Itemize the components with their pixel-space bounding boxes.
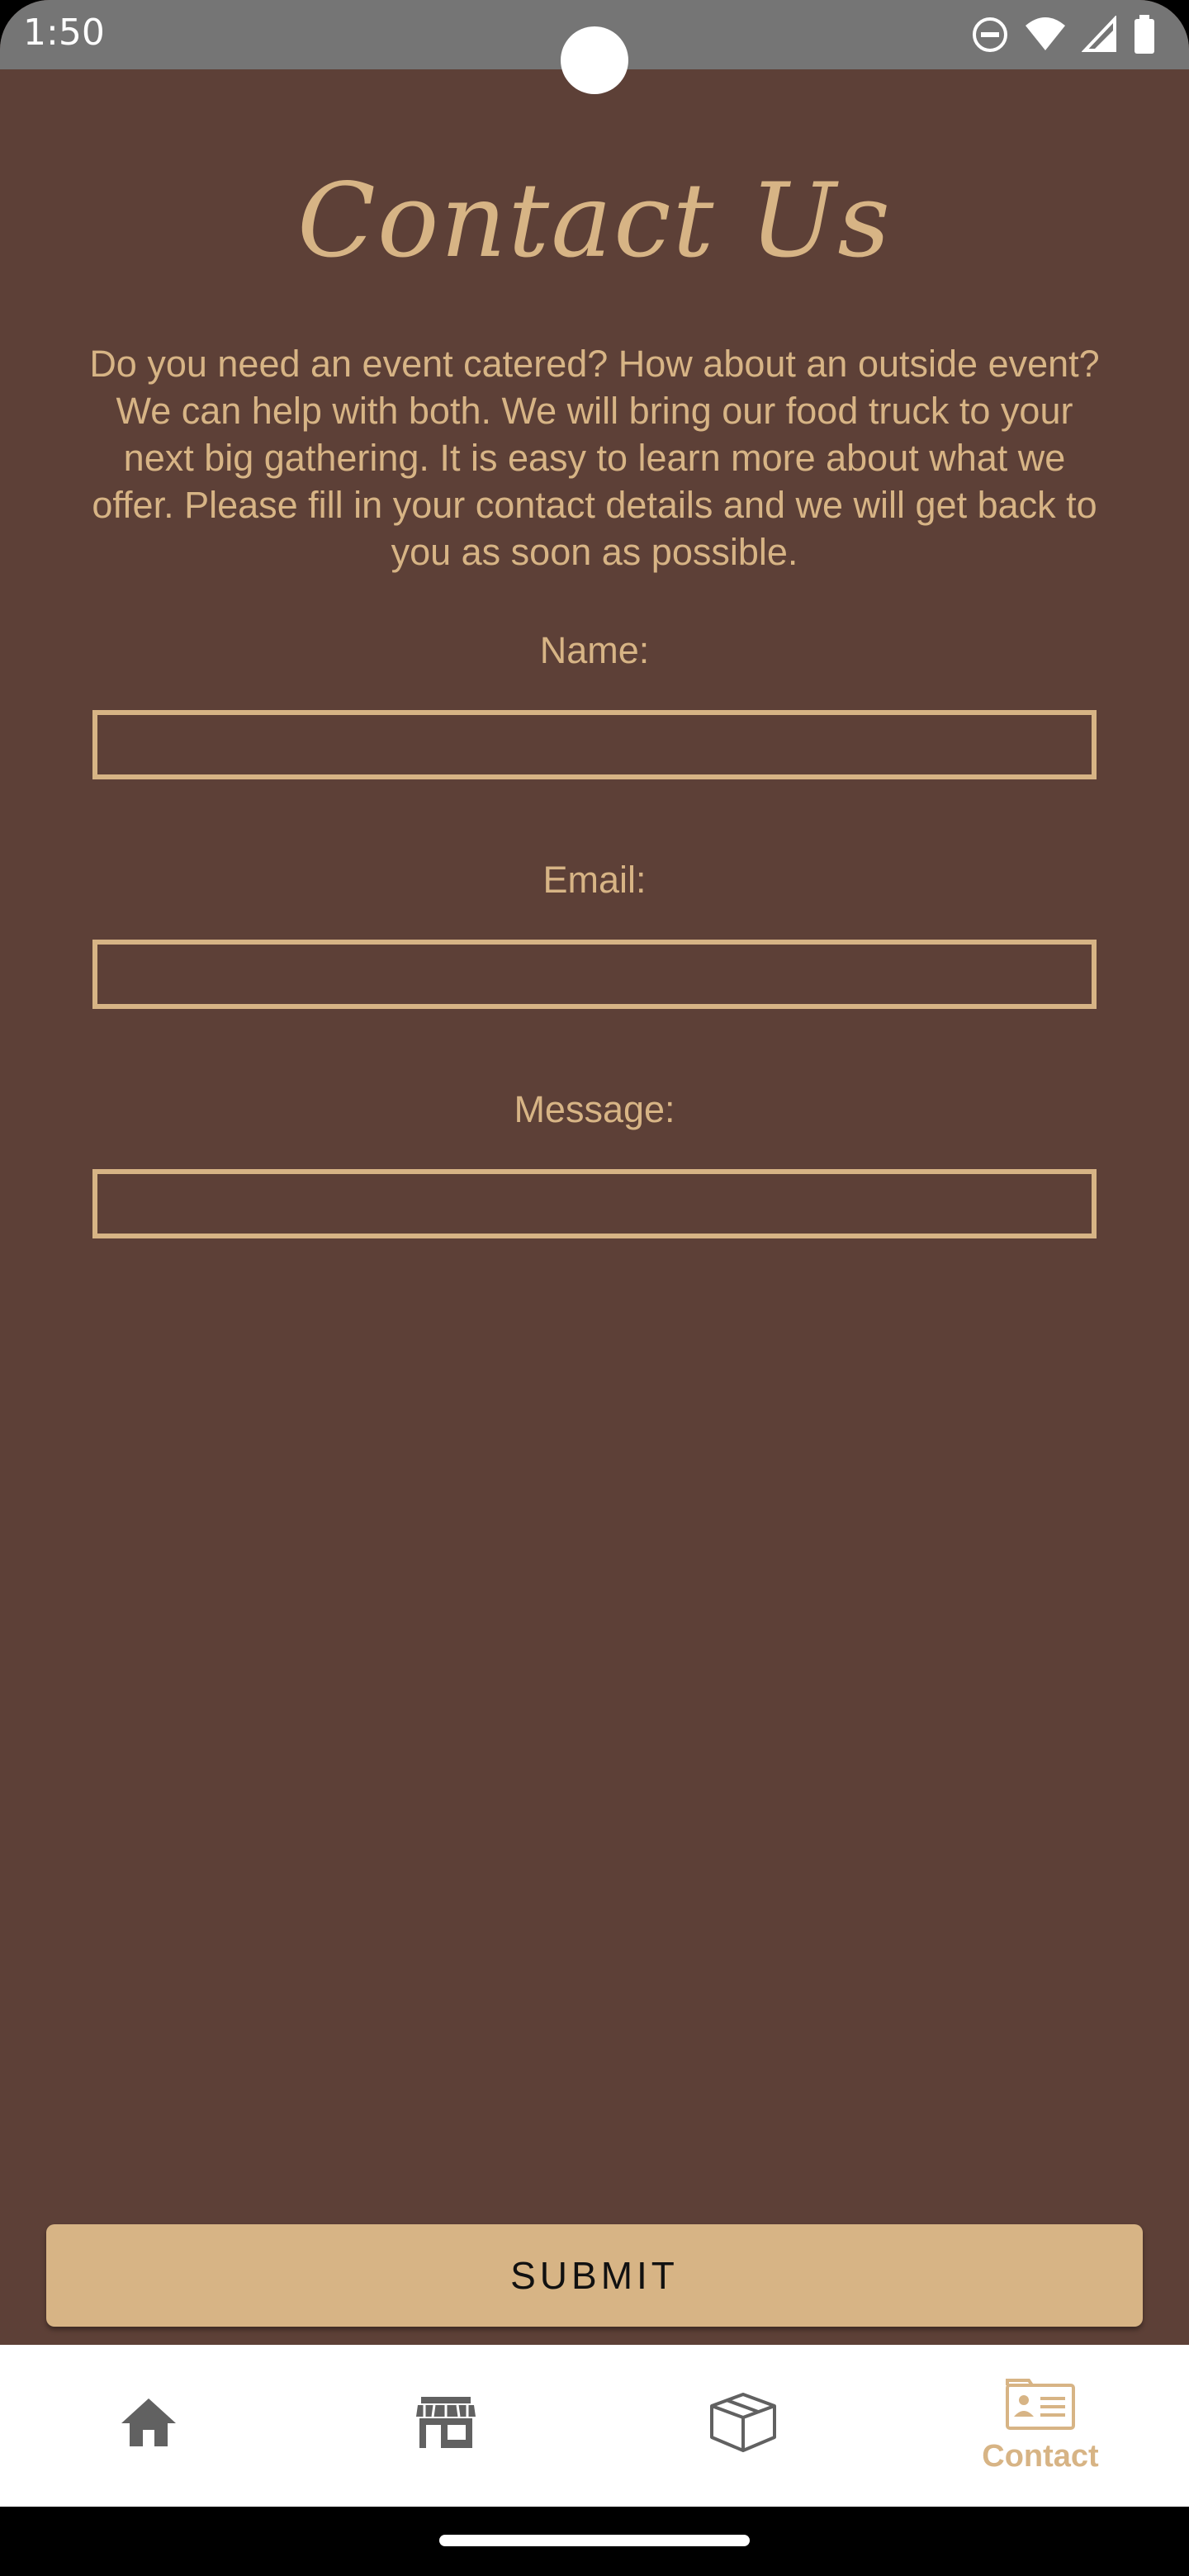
- nav-item-home[interactable]: [0, 2345, 297, 2507]
- status-time: 1:50: [23, 12, 105, 54]
- intro-paragraph: Do you need an event catered? How about …: [89, 343, 1100, 573]
- page-title: Contact Us: [297, 162, 892, 281]
- bottom-navigation: Contact: [0, 2345, 1189, 2507]
- do-not-disturb-icon: [971, 16, 1009, 58]
- nav-item-store[interactable]: [297, 2345, 594, 2507]
- email-label: Email:: [542, 859, 647, 901]
- signal-icon: [1081, 14, 1118, 58]
- name-label: Name:: [539, 629, 650, 671]
- nav-label-contact: Contact: [982, 2439, 1099, 2474]
- wifi-icon: [1024, 16, 1067, 58]
- gesture-bar: [0, 2507, 1189, 2576]
- name-field[interactable]: [92, 710, 1097, 779]
- submit-button[interactable]: SUBMIT: [46, 2224, 1143, 2327]
- battery-icon: [1133, 15, 1156, 59]
- nav-item-box[interactable]: [594, 2345, 892, 2507]
- store-icon: [413, 2395, 479, 2454]
- status-icons: [971, 14, 1156, 59]
- nav-item-contact[interactable]: Contact: [892, 2345, 1189, 2507]
- box-icon: [708, 2391, 778, 2458]
- home-gesture-handle[interactable]: [439, 2535, 750, 2546]
- submit-button-label: SUBMIT: [510, 2254, 679, 2297]
- message-field[interactable]: [92, 1169, 1097, 1238]
- email-field[interactable]: [92, 940, 1097, 1009]
- home-icon: [118, 2395, 179, 2454]
- camera-cutout: [561, 26, 628, 94]
- message-label: Message:: [514, 1088, 675, 1130]
- app-screen: 1:50 Contact Us Do you need an event cat…: [0, 0, 1189, 2576]
- contact-card-icon: [1004, 2377, 1077, 2436]
